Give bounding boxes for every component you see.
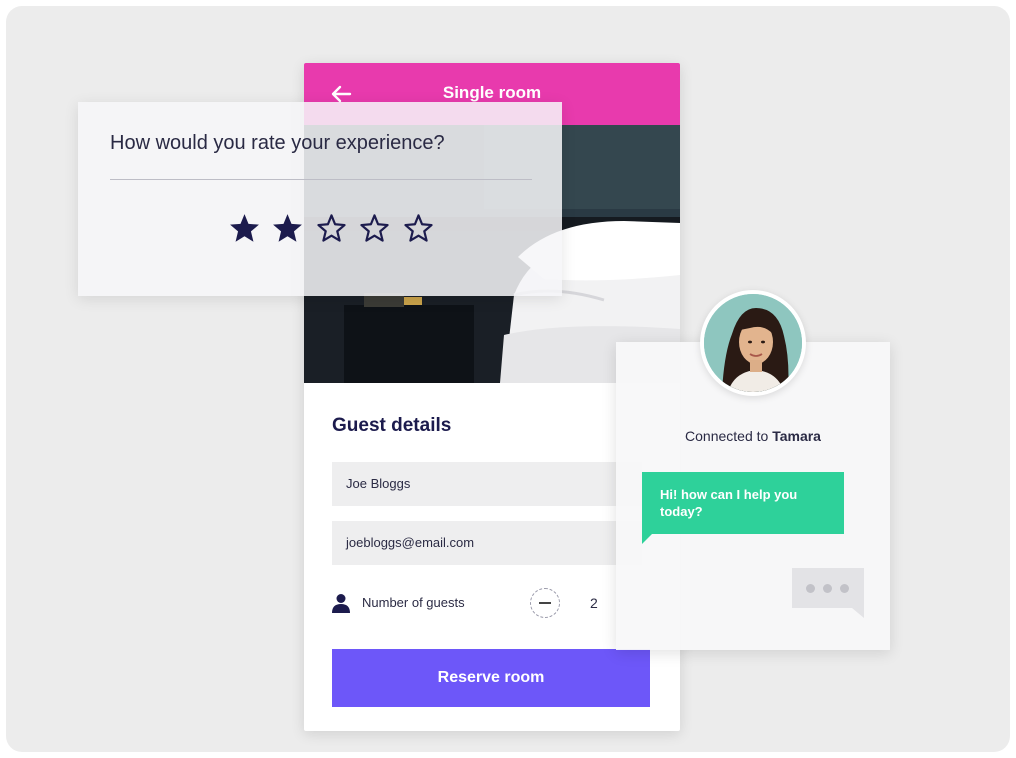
connected-status: Connected to Tamara: [616, 428, 890, 444]
name-field-value: Joe Bloggs: [346, 476, 411, 491]
person-icon: [332, 594, 350, 613]
typing-dot: [840, 584, 849, 593]
star-rating[interactable]: [228, 212, 441, 248]
avatar: [700, 290, 806, 396]
connected-prefix: Connected to: [685, 428, 769, 444]
guests-count: 2: [590, 595, 598, 611]
guests-row: Number of guests 2: [332, 585, 652, 621]
star-outline-icon[interactable]: [358, 212, 391, 245]
canvas: Single room Guest details Joe Bloggs joe…: [6, 6, 1010, 752]
guests-label: Number of guests: [362, 595, 465, 610]
typing-tail: [852, 608, 864, 618]
agent-name: Tamara: [772, 428, 821, 444]
email-field-value: joebloggs@email.com: [346, 535, 475, 550]
star-filled-icon[interactable]: [228, 212, 261, 245]
name-field[interactable]: Joe Bloggs: [332, 462, 642, 506]
star-outline-icon[interactable]: [315, 212, 348, 245]
typing-indicator-icon: [792, 568, 864, 608]
phone-title: Single room: [442, 83, 542, 102]
rating-question: How would you rate your experience?: [110, 132, 445, 154]
star-outline-icon[interactable]: [402, 212, 435, 245]
reserve-room-button[interactable]: Reserve room: [332, 649, 650, 707]
bubble-tail: [642, 534, 652, 544]
minus-icon[interactable]: [530, 588, 560, 618]
rating-card: How would you rate your experience?: [78, 102, 562, 296]
email-field[interactable]: joebloggs@email.com: [332, 521, 642, 565]
star-filled-icon[interactable]: [271, 212, 304, 245]
guest-details-heading: Guest details: [332, 415, 452, 436]
chat-message-bubble: Hi! how can I help you today?: [642, 472, 844, 534]
typing-dot: [806, 584, 815, 593]
rating-divider: [110, 179, 532, 180]
typing-dot: [823, 584, 832, 593]
chat-message-text: Hi! how can I help you today?: [660, 487, 798, 519]
